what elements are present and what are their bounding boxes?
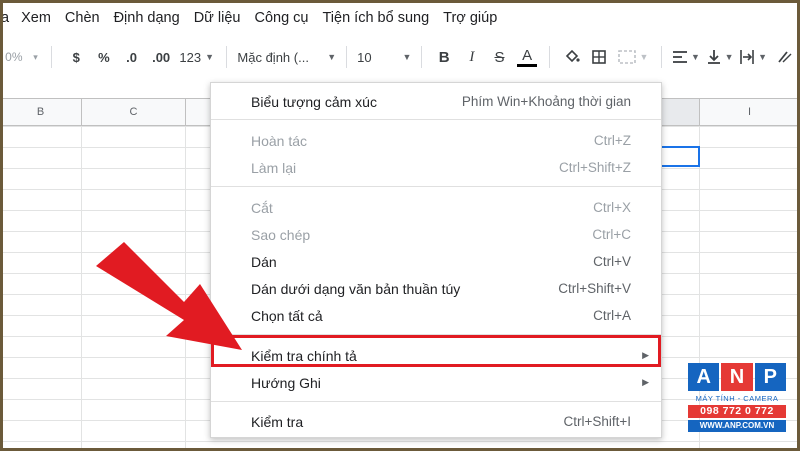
menu-view[interactable]: Xem [21,10,51,26]
menu-divider [211,401,661,402]
menu-item-shortcut: Ctrl+Shift+Z [558,160,631,175]
context-menu: Biểu tượng cảm xúc Phím Win+Khoảng thời … [210,82,662,438]
currency-button[interactable]: $ [62,43,90,71]
logo-letter: A [688,363,720,391]
menu-item-copy[interactable]: Sao chép Ctrl+C [211,221,661,248]
highlight-box [211,335,661,367]
menu-item-label: Biểu tượng cảm xúc [251,93,377,110]
menu-item-shortcut: Ctrl+C [592,227,631,242]
menu-item-writing-direction[interactable]: Hướng Ghi ▶ [211,369,661,396]
logo-tagline: MÁY TÍNH - CAMERA [695,394,779,403]
toolbar-divider [51,46,53,68]
strikethrough-button[interactable]: S [486,43,514,71]
zoom-caret-icon: ▾ [33,51,38,62]
menu-item-partial[interactable]: a [1,10,9,26]
logo-letter: P [754,363,786,391]
menu-bar: a Xem Chèn Định dạng Dữ liệu Công cụ Tiệ… [0,0,800,36]
menu-item-label: Làm lại [251,159,297,176]
vertical-align-icon[interactable]: ▼ [703,43,737,71]
logo-website: WWW.ANP.COM.VN [688,420,786,432]
menu-item-shortcut: Ctrl+Z [593,133,631,148]
caret-down-icon: ▼ [327,52,337,62]
text-color-button[interactable]: A [513,43,541,71]
menu-divider [211,186,661,187]
menu-item-paste[interactable]: Dán Ctrl+V [211,248,661,275]
text-wrap-icon[interactable]: ▼ [737,43,771,71]
menu-item-inspect[interactable]: Kiểm tra Ctrl+Shift+I [211,408,661,435]
toolbar-divider [346,46,348,68]
menu-item-shortcut: Ctrl+X [593,200,631,215]
percent-button[interactable]: % [90,43,118,71]
italic-button[interactable]: I [458,43,486,71]
menu-divider [211,119,661,120]
borders-icon[interactable] [586,43,614,71]
menu-insert[interactable]: Chèn [65,10,100,26]
menu-item-shortcut: Ctrl+A [593,308,631,323]
caret-down-icon: ▼ [691,52,700,62]
menu-item-label: Dán dưới dạng văn bản thuần túy [251,280,461,297]
logo-letter: N [721,363,753,391]
column-label: C [129,106,138,118]
caret-down-icon: ▼ [758,52,768,62]
column-label: I [747,106,752,118]
align-left-icon[interactable]: ▼ [670,43,704,71]
menu-tools[interactable]: Công cụ [254,10,308,26]
caret-down-icon: ▼ [724,52,734,62]
menu-item-select-all[interactable]: Chọn tất cả Ctrl+A [211,302,661,329]
menu-item-label: Chọn tất cả [251,307,323,324]
menu-item-label: Hoàn tác [251,132,308,149]
toolbar-divider [421,46,423,68]
merge-cells-icon[interactable]: ▼ [613,43,652,71]
menu-item-emoji[interactable]: Biểu tượng cảm xúc Phím Win+Khoảng thời … [211,88,661,115]
selected-cell[interactable] [660,146,700,167]
font-select[interactable]: Mặc định (... ▼ [237,43,336,71]
menu-item-paste-plain-text[interactable]: Dán dưới dạng văn bản thuần túy Ctrl+Shi… [211,275,661,302]
fill-color-icon[interactable] [558,43,586,71]
submenu-arrow-icon: ▶ [642,377,649,387]
menu-item-label: Kiểm tra [251,413,304,430]
more-formats-label: 123 [179,49,202,65]
column-label: B [36,106,45,118]
logo-phone: 098 772 0 772 [688,405,786,418]
column-header-b[interactable]: B [0,99,82,126]
column-header-i[interactable]: I [700,99,800,126]
menu-data[interactable]: Dữ liệu [194,10,241,26]
toolbar-divider [548,46,550,68]
toolbar-divider [226,46,228,68]
zoom-select[interactable]: 0% [0,43,28,71]
text-color-swatch [517,64,538,67]
menu-item-shortcut: Phím Win+Khoảng thời gian [461,94,631,109]
font-size-select[interactable]: 10 ▼ [357,43,411,71]
menu-help[interactable]: Trợ giúp [443,10,497,26]
menu-item-label: Sao chép [251,226,311,243]
menu-item-shortcut: Ctrl+Shift+I [563,414,631,429]
caret-down-icon: ▼ [205,52,214,62]
text-rotation-icon[interactable] [770,43,800,71]
menu-addons[interactable]: Tiện ích bổ sung [322,10,429,26]
column-header-c[interactable]: C [82,99,186,126]
menu-item-shortcut: Ctrl+V [593,254,631,269]
menu-item-shortcut: Ctrl+Shift+V [558,281,631,296]
caret-down-icon: ▼ [639,52,649,62]
increase-decimal-button[interactable]: .00 [145,43,177,71]
logo-letters: A N P [688,363,786,391]
menu-item-label: Hướng Ghi [251,374,321,391]
toolbar: 0% ▾ $ % .0 .00 123 ▼ Mặc định (... ▼ 10 ▼ … [0,38,800,76]
more-formats-button[interactable]: 123 ▼ [177,43,216,71]
menu-item-label: Dán [251,253,277,270]
text-color-label: A [522,47,533,64]
menu-item-cut[interactable]: Cắt Ctrl+X [211,194,661,221]
bold-button[interactable]: B [430,43,458,71]
font-label: Mặc định (... [237,49,309,65]
menu-item-redo[interactable]: Làm lại Ctrl+Shift+Z [211,154,661,181]
grid-line [81,126,82,451]
decrease-decimal-button[interactable]: .0 [118,43,146,71]
menu-item-undo[interactable]: Hoàn tác Ctrl+Z [211,127,661,154]
brand-logo: A N P MÁY TÍNH - CAMERA 098 772 0 772 WW… [688,363,786,435]
toolbar-divider [660,46,662,68]
font-size-label: 10 [357,49,372,65]
menu-item-label: Cắt [251,199,273,216]
caret-down-icon: ▼ [402,52,412,62]
menu-format[interactable]: Định dạng [114,10,180,26]
